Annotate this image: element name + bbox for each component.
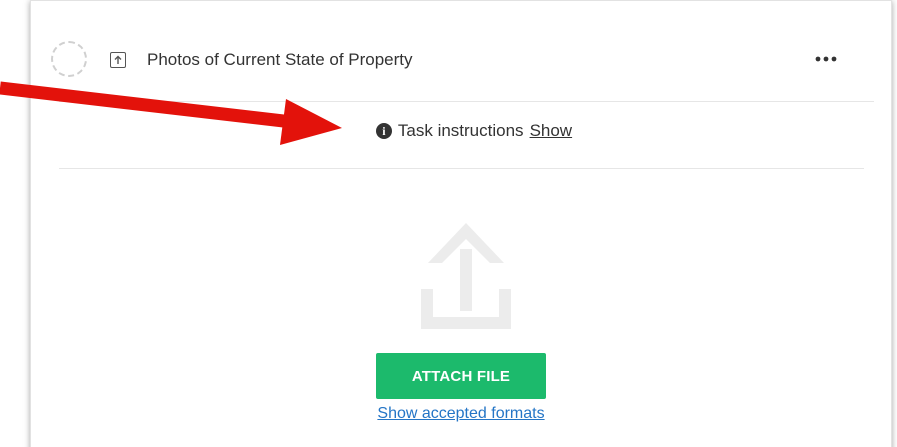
task-title: Photos of Current State of Property bbox=[147, 50, 413, 69]
more-horizontal-icon bbox=[815, 56, 837, 62]
instructions-divider bbox=[59, 168, 864, 169]
screenshot-stage: Photos of Current State of Property i Ta… bbox=[0, 0, 897, 447]
task-header: Photos of Current State of Property bbox=[31, 31, 891, 91]
upload-tray-icon bbox=[416, 223, 516, 333]
attach-file-button[interactable]: ATTACH FILE bbox=[376, 353, 546, 399]
more-options-button[interactable] bbox=[811, 49, 841, 69]
dashed-circle-icon[interactable] bbox=[51, 41, 87, 77]
upload-box-icon bbox=[110, 52, 126, 68]
info-icon: i bbox=[375, 123, 392, 139]
show-instructions-link[interactable]: Show bbox=[530, 121, 573, 141]
task-instructions-row: i Task instructions Show bbox=[31, 121, 891, 151]
header-divider bbox=[59, 101, 874, 102]
task-instructions: i Task instructions Show bbox=[375, 121, 573, 141]
task-card: Photos of Current State of Property i Ta… bbox=[30, 0, 892, 447]
show-accepted-formats-link[interactable]: Show accepted formats bbox=[331, 405, 591, 423]
task-instructions-label: Task instructions bbox=[397, 121, 524, 140]
